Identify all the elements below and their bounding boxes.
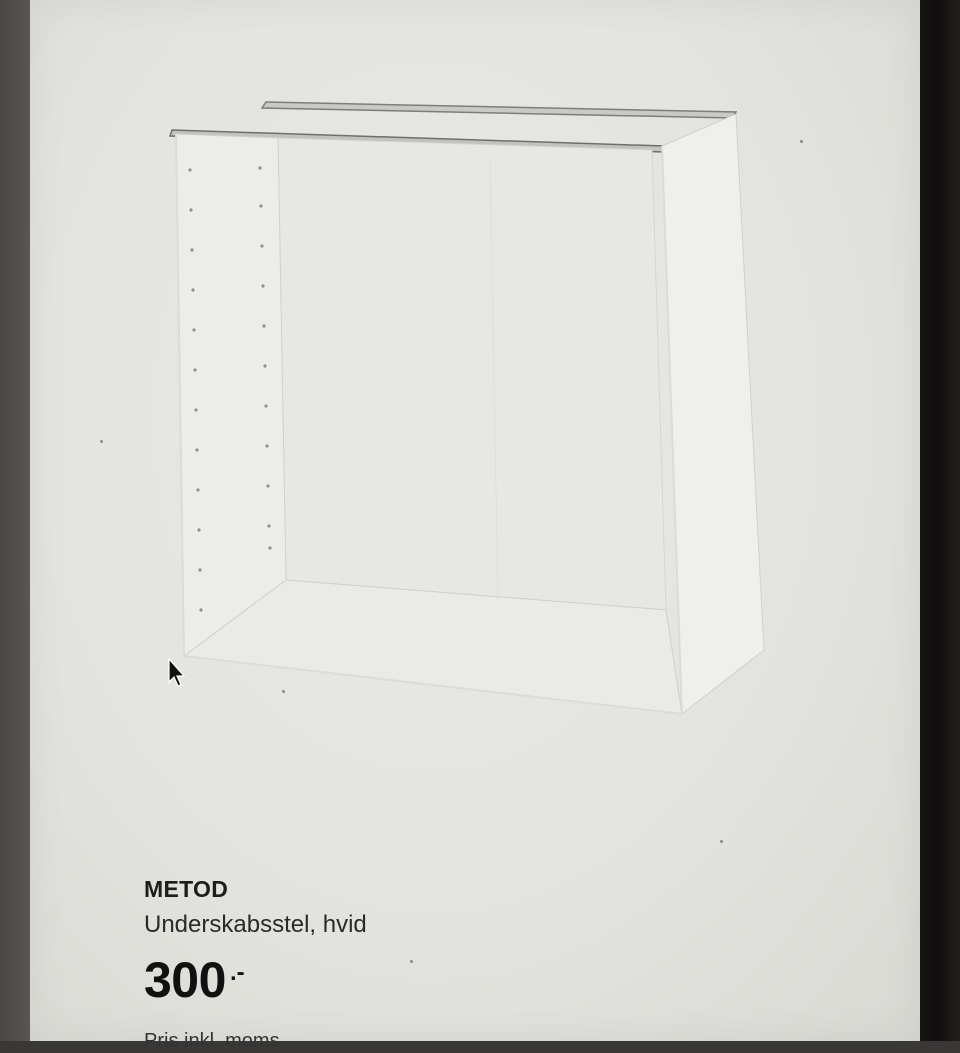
right-bezel: [914, 0, 960, 1041]
product-page: METOD Underskabsstel, hvid 300 .- Pris i…: [30, 0, 920, 1052]
price-note: Pris inkl. moms: [144, 1030, 280, 1052]
cabinet-illustration: [168, 101, 765, 716]
product-image[interactable]: [30, 0, 920, 760]
dust-speck: [282, 690, 285, 693]
price: 300 .-: [144, 955, 744, 1005]
product-name[interactable]: METOD: [144, 876, 744, 903]
right-side-panel: [661, 113, 765, 715]
mouse-pointer-icon: [168, 658, 186, 687]
dust-speck: [410, 960, 413, 963]
dust-speck: [800, 140, 803, 143]
dust-speck: [100, 440, 103, 443]
price-suffix: .-: [229, 959, 245, 986]
product-info: METOD Underskabsstel, hvid 300 .-: [144, 876, 744, 1005]
left-side-panel: [175, 133, 287, 657]
dust-speck: [720, 840, 723, 843]
price-value: 300: [144, 952, 226, 1008]
back-rail: [260, 101, 738, 119]
product-description: Underskabsstel, hvid: [144, 911, 367, 938]
back-panel: [277, 137, 667, 611]
